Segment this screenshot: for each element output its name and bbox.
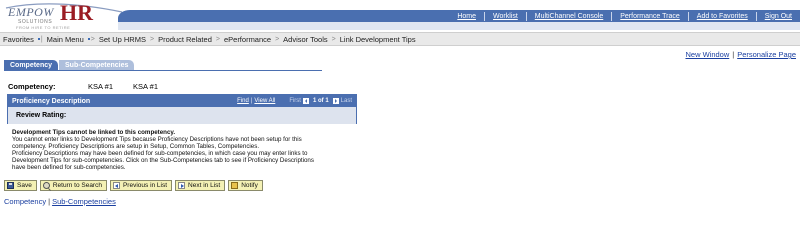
competency-code: KSA #1: [88, 82, 114, 91]
grid-row: Review Rating:: [8, 107, 356, 124]
message-line: competency. Proficiency Descriptions are…: [12, 143, 260, 151]
page-tabs: Competency Sub-Competencies: [4, 60, 135, 70]
breadcrumb: Favorites | Main Menu > Set Up HRMS > Pr…: [0, 32, 800, 46]
universal-navigation: Home Worklist MultiChannel Console Perfo…: [118, 10, 800, 22]
personalize-page-link[interactable]: Personalize Page: [737, 50, 796, 59]
bottom-tab-links: Competency | Sub-Competencies: [4, 197, 116, 206]
save-button[interactable]: Save: [4, 180, 37, 191]
row-count: 1 of 1: [312, 98, 329, 104]
dropdown-dot-icon: [87, 37, 90, 40]
arrow-left-icon: [112, 182, 120, 189]
message-line: Development Tips for sub-competencies. C…: [12, 157, 314, 165]
breadcrumb-link-development-tips: Link Development Tips: [339, 34, 416, 44]
message-line: You cannot enter links to Development Ti…: [12, 136, 302, 144]
envelope-icon: [231, 182, 239, 189]
logo-tagline: FROM HIRE TO RETIRE: [16, 25, 71, 30]
tab-underline: [4, 70, 322, 71]
competency-label: Competency:: [8, 82, 56, 91]
sub-competencies-link[interactable]: Sub-Competencies: [52, 197, 116, 206]
grid-header: Proficiency Description Find | View All …: [8, 95, 356, 107]
dropdown-dot-icon: [37, 37, 40, 40]
header: EMPOW HR SOLUTIONS FROM HIRE TO RETIRE H…: [0, 0, 800, 32]
previous-row-icon[interactable]: [302, 98, 309, 104]
competency-row: Competency: KSA #1 KSA #1: [8, 82, 158, 91]
multichannel-console-link[interactable]: MultiChannel Console: [527, 13, 611, 20]
grid-navigation: Find | View All First 1 of 1 Last: [237, 95, 352, 107]
message-line: have been defined for sub-competencies.: [12, 164, 126, 172]
last-label: Last: [340, 98, 352, 104]
review-rating-label: Review Rating:: [16, 112, 67, 119]
message-title: Development Tips cannot be linked to thi…: [12, 129, 176, 136]
next-row-icon[interactable]: [332, 98, 339, 104]
grid-title: Proficiency Description: [12, 97, 91, 105]
proficiency-description-grid: Proficiency Description Find | View All …: [7, 94, 357, 124]
breadcrumb-favorites[interactable]: Favorites: [3, 35, 34, 44]
breadcrumb-separator: >: [215, 35, 220, 43]
breadcrumb-set-up-hrms[interactable]: Set Up HRMS: [99, 35, 146, 44]
competency-description: KSA #1: [133, 82, 159, 91]
new-window-link[interactable]: New Window: [685, 50, 729, 59]
breadcrumb-product-related[interactable]: Product Related: [158, 35, 212, 44]
page-links: New Window | Personalize Page: [685, 50, 796, 59]
return-to-search-label: Return to Search: [52, 182, 102, 189]
breadcrumb-separator: >: [275, 35, 280, 43]
breadcrumb-separator: >: [331, 35, 336, 43]
message-line: Proficiency Descriptions may have been d…: [12, 150, 308, 158]
save-disk-icon: [7, 182, 14, 189]
first-label: First: [289, 98, 301, 104]
breadcrumb-separator: >: [84, 36, 99, 43]
find-link[interactable]: Find: [237, 98, 249, 104]
notify-label: Notify: [241, 182, 258, 189]
previous-in-list-label: Previous in List: [122, 182, 168, 189]
tab-sub-competencies[interactable]: Sub-Competencies: [59, 60, 135, 70]
breadcrumb-separator: |: [34, 36, 47, 43]
previous-in-list-button[interactable]: Previous in List: [109, 180, 173, 191]
empowhr-logo: EMPOW HR SOLUTIONS FROM HIRE TO RETIRE: [4, 0, 123, 32]
breadcrumb-main-menu[interactable]: Main Menu: [47, 35, 84, 44]
breadcrumb-separator: >: [149, 35, 155, 43]
notify-button[interactable]: Notify: [228, 180, 263, 191]
next-in-list-button[interactable]: Next in List: [175, 180, 226, 191]
info-message: Development Tips cannot be linked to thi…: [12, 129, 362, 172]
breadcrumb-advisor-tools[interactable]: Advisor Tools: [283, 35, 327, 44]
breadcrumb-eperformance[interactable]: ePerformance: [224, 35, 271, 44]
performance-trace-link[interactable]: Performance Trace: [612, 13, 688, 20]
worklist-link[interactable]: Worklist: [485, 13, 526, 20]
header-stripe: [118, 22, 800, 30]
next-in-list-label: Next in List: [188, 182, 221, 189]
tab-competency[interactable]: Competency: [4, 60, 59, 70]
arrow-right-icon: [178, 182, 186, 189]
sign-out-link[interactable]: Sign Out: [757, 13, 800, 20]
logo-wordmark: EMPOW: [8, 5, 54, 19]
view-all-link[interactable]: View All: [254, 98, 275, 104]
save-label: Save: [17, 182, 32, 189]
page-toolbar: Save Return to Search Previous in List N…: [4, 180, 263, 191]
logo-hr: HR: [60, 0, 93, 25]
home-link[interactable]: Home: [449, 13, 484, 20]
add-to-favorites-link[interactable]: Add to Favorites: [689, 13, 756, 20]
competency-link[interactable]: Competency: [4, 197, 46, 206]
return-to-search-button[interactable]: Return to Search: [39, 180, 107, 191]
magnifier-icon: [42, 182, 50, 189]
link-divider: |: [732, 50, 735, 59]
